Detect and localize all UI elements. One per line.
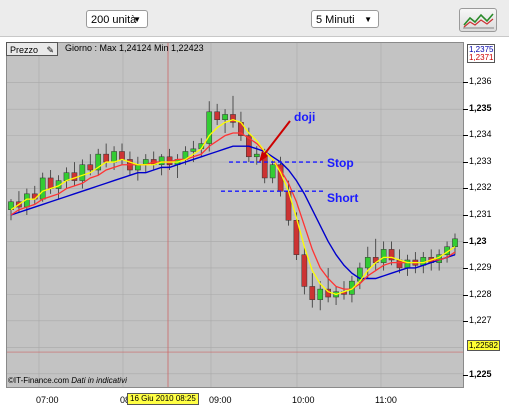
doji-arrow [262,120,291,157]
stop-annotation: Stop [327,156,354,170]
doji-annotation: doji [294,110,316,124]
chart-canvas[interactable] [7,43,463,387]
y-tick-label: 1,235 [463,102,492,113]
x-tick-0700: 07:00 [36,395,59,405]
candle [87,164,94,171]
candle [47,177,54,189]
units-select-value: 200 unità [91,14,137,26]
candle [364,257,371,269]
candle [269,164,276,179]
watermark: ©IT-Finance.com Dati in indicativi [8,376,127,385]
candle [253,153,260,158]
current-price-tag: 1,22582 [467,340,500,351]
watermark-note: Dati in indicativi [71,376,127,385]
y-tick-label: 1,225 [463,368,492,379]
chart-type-button[interactable] [459,8,497,32]
y-tick-label: 1,229 [463,262,492,273]
candle [452,238,458,248]
panel-info: Giorno : Max 1,24124 Min 1,22423 [65,43,204,53]
watermark-source: ©IT-Finance.com [8,376,70,385]
pencil-icon[interactable]: ✎ [47,45,55,55]
cursor-date-tag: 16 Giu 2010 08:25 [127,393,199,405]
candle [404,259,411,269]
ma-slow-line [10,145,456,280]
candle [119,151,125,160]
ma-mid-line [10,132,456,290]
candle [301,254,308,287]
candle [166,156,173,165]
candle [214,111,220,120]
toolbar: 200 unità ▼ 5 Minuti ▼ [0,0,509,37]
x-tick-1000: 10:00 [292,395,315,405]
units-select[interactable]: 200 unità ▼ [86,10,148,28]
candle [158,156,165,165]
chevron-down-icon: ▼ [133,15,141,24]
candle [135,164,141,171]
price-chart[interactable] [6,42,464,388]
interval-select-value: 5 Minuti [316,14,355,26]
y-tick-label: 1,232 [463,182,492,193]
y-tick-label: 1,228 [463,288,492,299]
candle [309,286,316,300]
panel-label-text: Prezzo [10,45,39,55]
candle [71,172,78,181]
interval-select[interactable]: 5 Minuti ▼ [311,10,379,28]
price-tag-red: 1,2371 [467,53,496,63]
y-tick-label: 1,231 [463,209,492,219]
candle [190,148,197,152]
candle [79,164,86,181]
y-tick-label: 1,233 [463,155,492,166]
line-chart-icon [463,13,494,29]
y-tick-label: 1,23 [463,235,487,246]
panel-label: Prezzo ✎ [6,42,59,56]
x-tick-1100: 11:00 [375,395,397,405]
candle [222,114,228,120]
y-tick-label: 1,234 [463,129,492,140]
chevron-down-icon: ▼ [364,15,372,24]
short-annotation: Short [327,191,359,205]
x-tick-0900: 09:00 [209,395,232,405]
candle [317,288,324,300]
candle [103,153,109,163]
candle [39,177,46,200]
y-tick-label: 1,227 [463,315,492,326]
candle [111,151,117,163]
candle [230,114,236,123]
y-tick-label: 1,236 [463,75,492,86]
candle [380,249,387,263]
